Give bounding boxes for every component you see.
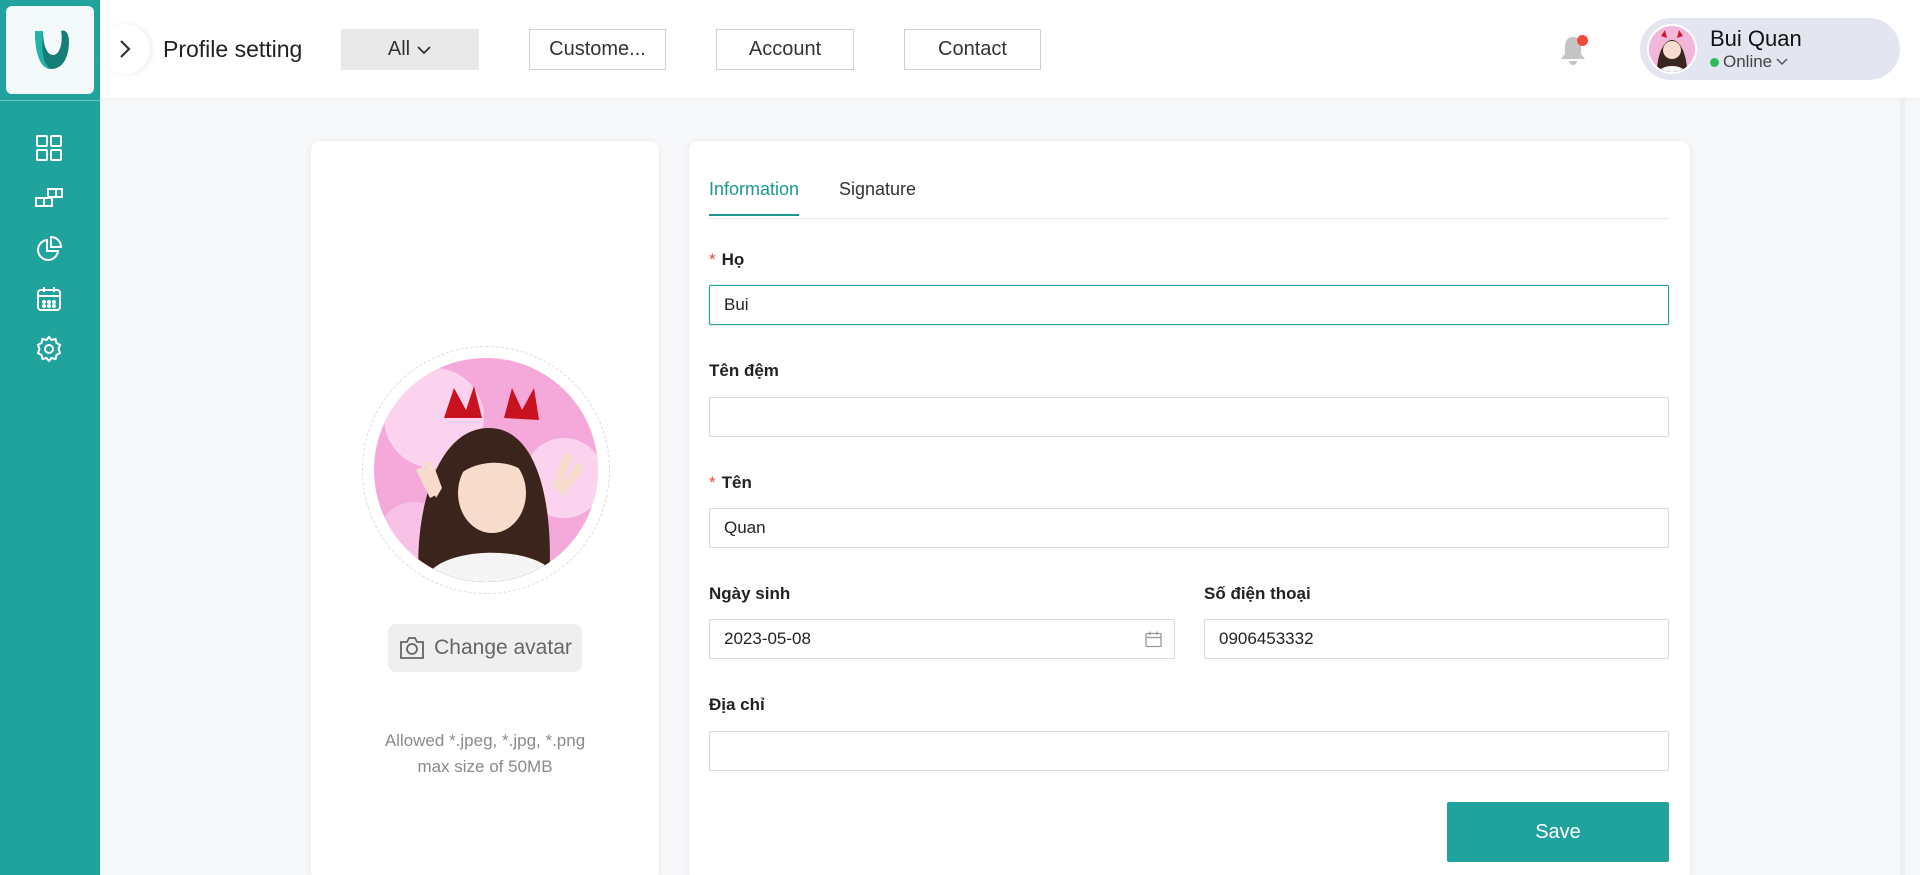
chevron-down-icon bbox=[417, 45, 431, 54]
so-dien-thoai-input[interactable]: 0906453332 bbox=[1204, 619, 1669, 659]
ngay-sinh-label-text: Ngày sinh bbox=[709, 584, 791, 603]
filter-contact-button[interactable]: Contact bbox=[904, 29, 1041, 70]
tab-information[interactable]: Information bbox=[709, 179, 800, 216]
ten-dem-label-text: Tên đệm bbox=[709, 361, 779, 380]
ho-input[interactable]: Bui bbox=[709, 285, 1669, 325]
ngay-sinh-label: Ngày sinh bbox=[709, 584, 790, 604]
user-avatar-image bbox=[1649, 26, 1695, 72]
blocks-icon bbox=[35, 188, 63, 207]
filter-account-button[interactable]: Account bbox=[716, 29, 854, 70]
so-dien-thoai-value: 0906453332 bbox=[1219, 629, 1314, 648]
avatar-frame bbox=[362, 346, 610, 594]
change-avatar-button[interactable]: Change avatar bbox=[388, 624, 582, 672]
change-avatar-label: Change avatar bbox=[434, 636, 572, 659]
ten-input[interactable]: Quan bbox=[709, 508, 1669, 548]
user-status: Online bbox=[1710, 52, 1788, 72]
ten-dem-label: Tên đệm bbox=[709, 361, 779, 381]
user-status-label: Online bbox=[1723, 52, 1773, 71]
ho-label: * Họ bbox=[709, 250, 744, 270]
ho-label-text: Họ bbox=[721, 250, 745, 269]
sidebar-item-dashboard[interactable] bbox=[33, 132, 65, 164]
filter-account-label: Account bbox=[748, 38, 822, 60]
dashboard-grid-icon bbox=[36, 135, 62, 161]
dia-chi-label: Địa chỉ bbox=[709, 695, 765, 715]
ten-label-text: Tên bbox=[721, 473, 752, 492]
required-mark: * bbox=[709, 250, 716, 269]
pie-chart-icon bbox=[37, 235, 63, 261]
dia-chi-label-text: Địa chỉ bbox=[709, 695, 765, 714]
notification-badge bbox=[1577, 35, 1588, 46]
ten-label: * Tên bbox=[709, 473, 752, 493]
chevron-down-icon bbox=[1776, 58, 1788, 66]
filter-all-label: All bbox=[387, 38, 411, 60]
sidebar-toggle-button[interactable] bbox=[100, 24, 150, 74]
ten-value: Quan bbox=[724, 518, 766, 537]
sidebar-item-settings[interactable] bbox=[33, 333, 65, 365]
tab-signature[interactable]: Signature bbox=[839, 179, 916, 214]
sidebar bbox=[0, 0, 100, 875]
chevron-right-icon bbox=[120, 40, 131, 58]
avatar-format-hint: Allowed *.jpeg, *.jpg, *.png bbox=[384, 731, 586, 750]
user-name: Bui Quan bbox=[1710, 26, 1802, 51]
user-menu[interactable]: Bui Quan Online bbox=[1640, 18, 1900, 80]
filter-customer-button[interactable]: Custome... bbox=[529, 29, 666, 70]
profile-avatar-image bbox=[374, 358, 598, 582]
dia-chi-input[interactable] bbox=[709, 731, 1669, 771]
page-title: Profile setting bbox=[163, 36, 303, 62]
sidebar-item-reports[interactable] bbox=[33, 233, 65, 265]
profile-form-card: Information Signature * Họ Bui Tên đệm * T… bbox=[689, 141, 1690, 875]
sidebar-divider bbox=[0, 100, 100, 101]
gear-icon bbox=[36, 335, 62, 363]
app-logo[interactable] bbox=[6, 6, 94, 94]
logo-icon bbox=[35, 30, 69, 69]
calendar-icon bbox=[37, 287, 61, 311]
avatar-size-hint: max size of 50MB bbox=[417, 757, 553, 776]
so-dien-thoai-label-text: Số điện thoại bbox=[1204, 584, 1311, 603]
filter-all-dropdown[interactable]: All bbox=[341, 29, 479, 70]
required-mark: * bbox=[709, 473, 716, 492]
ten-dem-input[interactable] bbox=[709, 397, 1669, 437]
ngay-sinh-value: 2023-05-08 bbox=[724, 629, 811, 648]
user-avatar bbox=[1647, 24, 1697, 74]
form-tabs: Information Signature bbox=[709, 169, 1669, 219]
avatar-card: Change avatar Allowed *.jpeg, *.jpg, *.p… bbox=[311, 141, 659, 875]
ngay-sinh-datepicker[interactable]: 2023-05-08 bbox=[709, 619, 1175, 659]
page-scrollbar[interactable] bbox=[1900, 98, 1905, 875]
filter-customer-label: Custome... bbox=[549, 38, 646, 60]
calendar-icon[interactable] bbox=[1145, 631, 1162, 648]
sidebar-item-calendar[interactable] bbox=[33, 283, 65, 315]
ho-value: Bui bbox=[724, 295, 749, 314]
filter-contact-label: Contact bbox=[938, 38, 1007, 60]
camera-icon bbox=[400, 637, 425, 659]
so-dien-thoai-label: Số điện thoại bbox=[1204, 584, 1311, 604]
save-button[interactable]: Save bbox=[1447, 802, 1669, 862]
online-status-dot bbox=[1710, 57, 1719, 67]
sidebar-item-blocks[interactable] bbox=[33, 182, 65, 214]
